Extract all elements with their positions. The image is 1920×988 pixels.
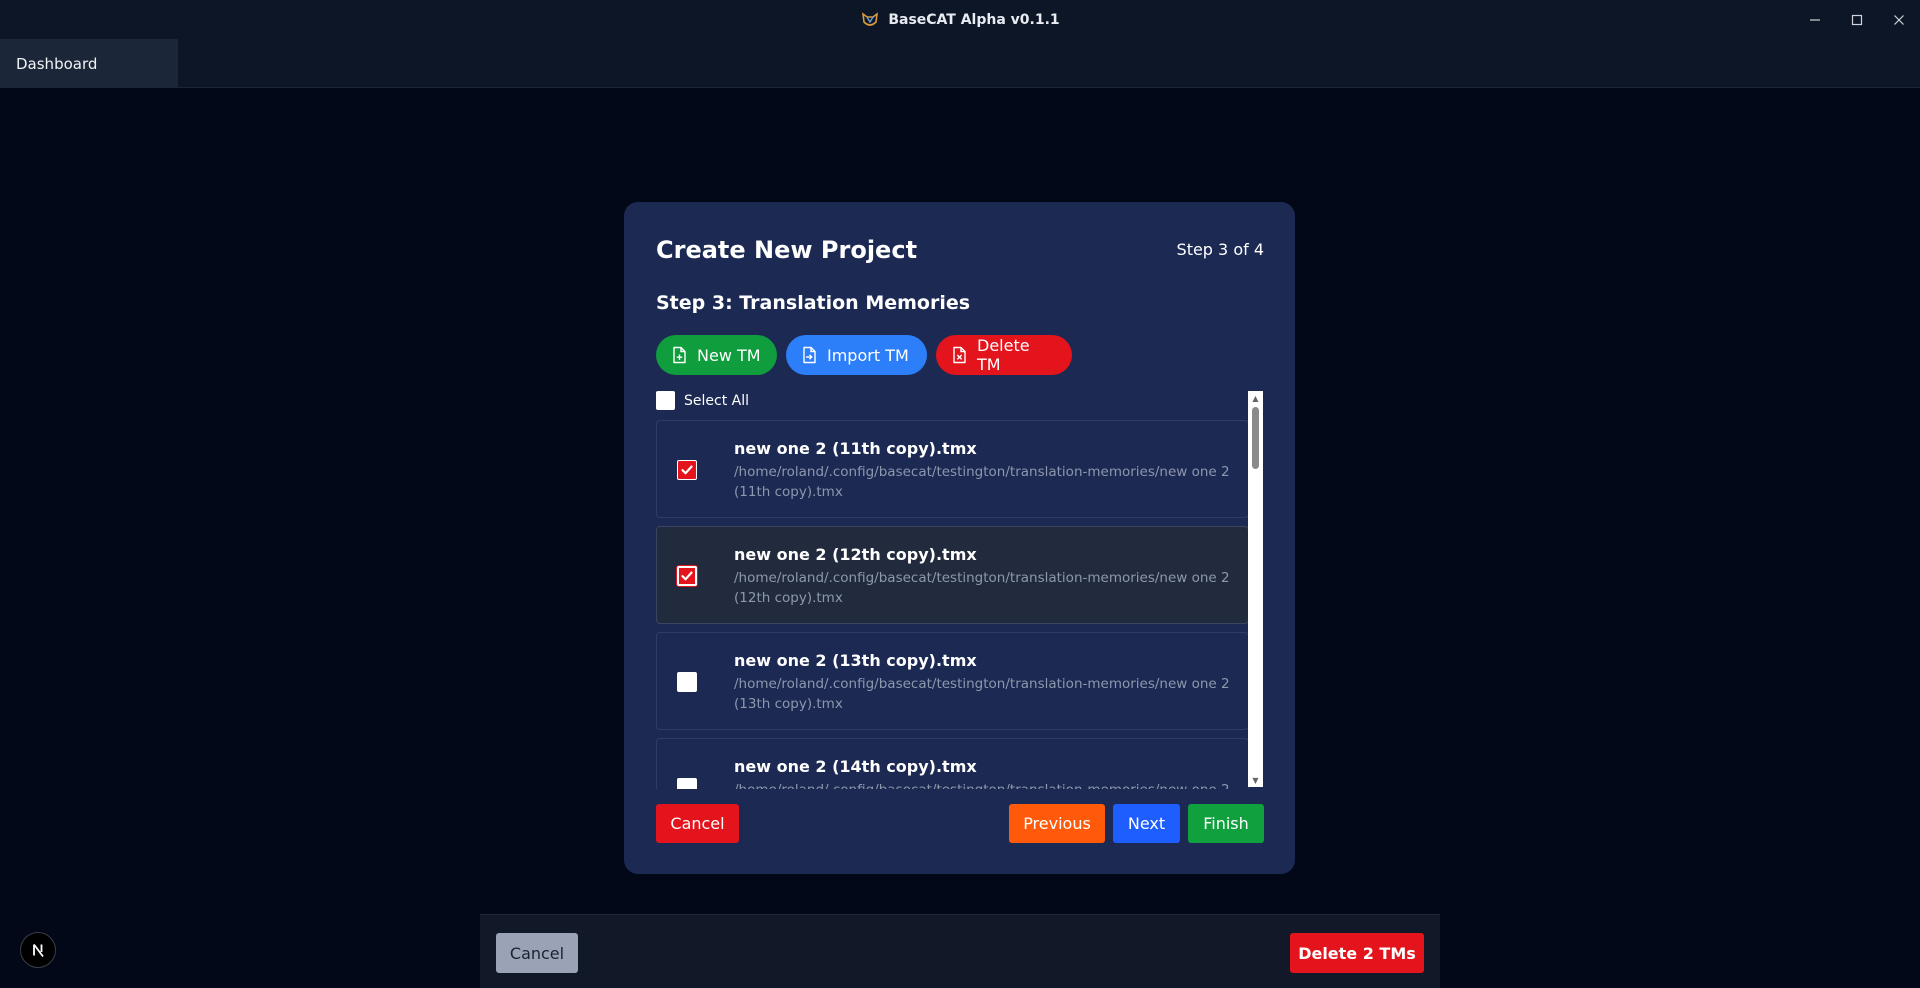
step-indicator: Step 3 of 4 — [1176, 240, 1264, 259]
scroll-thumb[interactable] — [1252, 407, 1259, 469]
nextjs-logo-icon — [33, 943, 44, 958]
minimize-icon — [1810, 18, 1820, 21]
tm-name: new one 2 (13th copy).tmx — [734, 651, 977, 670]
delete-tm-label: Delete TM — [977, 336, 1030, 374]
tm-checkbox[interactable] — [677, 566, 697, 586]
maximize-button[interactable] — [1836, 0, 1878, 39]
select-all-checkbox[interactable]: Select All — [656, 391, 749, 410]
delete-tm-button[interactable]: Delete TM — [936, 335, 1072, 375]
app-title: BaseCAT Alpha v0.1.1 — [888, 11, 1060, 28]
next-button[interactable]: Next — [1113, 804, 1180, 843]
modal-title: Create New Project — [656, 236, 918, 264]
file-import-icon — [803, 346, 816, 364]
step-heading: Step 3: Translation Memories — [656, 292, 971, 314]
nextjs-dev-badge[interactable] — [20, 932, 56, 968]
file-delete-icon — [953, 346, 966, 364]
tm-checkbox[interactable] — [677, 778, 697, 789]
import-tm-label: Import TM — [827, 345, 909, 365]
tm-list[interactable]: new one 2 (11th copy).tmx /home/roland/.… — [656, 420, 1249, 789]
select-all-label: Select All — [684, 392, 749, 409]
delete-confirm-bar: Cancel Delete 2 TMs — [480, 914, 1440, 988]
tm-name: new one 2 (12th copy).tmx — [734, 545, 977, 564]
scroll-up-arrow-icon[interactable]: ▲ — [1248, 391, 1263, 405]
tab-dashboard[interactable]: Dashboard — [0, 39, 178, 88]
tm-list-item[interactable]: new one 2 (14th copy).tmx /home/roland/.… — [656, 738, 1249, 789]
tm-actions: New TM Import TM Delete TM — [656, 335, 1072, 375]
confirm-cancel-button[interactable]: Cancel — [496, 933, 578, 973]
tm-name: new one 2 (11th copy).tmx — [734, 439, 977, 458]
check-icon — [681, 571, 693, 581]
tm-checkbox[interactable] — [677, 460, 697, 480]
list-scrollbar[interactable]: ▲ ▼ — [1248, 391, 1263, 787]
window-controls — [1794, 0, 1920, 39]
new-tm-button[interactable]: New TM — [656, 335, 777, 375]
title-wrap: BaseCAT Alpha v0.1.1 — [860, 10, 1060, 30]
tab-bar: Dashboard — [0, 39, 1920, 88]
tm-path: /home/roland/.config/basecat/testington/… — [734, 676, 1230, 712]
create-project-modal: Create New Project Step 3 of 4 Step 3: T… — [624, 202, 1295, 874]
minimize-button[interactable] — [1794, 0, 1836, 39]
title-bar: BaseCAT Alpha v0.1.1 — [0, 0, 1920, 39]
finish-button[interactable]: Finish — [1188, 804, 1264, 843]
tm-list-item[interactable]: new one 2 (13th copy).tmx /home/roland/.… — [656, 632, 1249, 730]
close-button[interactable] — [1878, 0, 1920, 39]
tm-list-item[interactable]: new one 2 (11th copy).tmx /home/roland/.… — [656, 420, 1249, 518]
file-plus-icon — [673, 346, 686, 364]
tm-list-item[interactable]: new one 2 (12th copy).tmx /home/roland/.… — [656, 526, 1249, 624]
cancel-button[interactable]: Cancel — [656, 804, 739, 843]
tm-path: /home/roland/.config/basecat/testington/… — [734, 780, 1234, 789]
scroll-down-arrow-icon[interactable]: ▼ — [1248, 773, 1263, 787]
tm-name: new one 2 (14th copy).tmx — [734, 757, 977, 776]
maximize-icon — [1851, 14, 1863, 25]
import-tm-button[interactable]: Import TM — [786, 335, 927, 375]
select-all-box[interactable] — [656, 391, 675, 410]
check-icon — [681, 465, 693, 475]
tm-checkbox[interactable] — [677, 672, 697, 692]
delete-tms-button[interactable]: Delete 2 TMs — [1290, 933, 1424, 973]
previous-button[interactable]: Previous — [1009, 804, 1105, 843]
new-tm-label: New TM — [697, 345, 761, 365]
app-logo-icon — [860, 10, 880, 30]
tm-path: /home/roland/.config/basecat/testington/… — [734, 570, 1230, 606]
tm-path: /home/roland/.config/basecat/testington/… — [734, 464, 1230, 500]
close-icon — [1894, 14, 1904, 25]
